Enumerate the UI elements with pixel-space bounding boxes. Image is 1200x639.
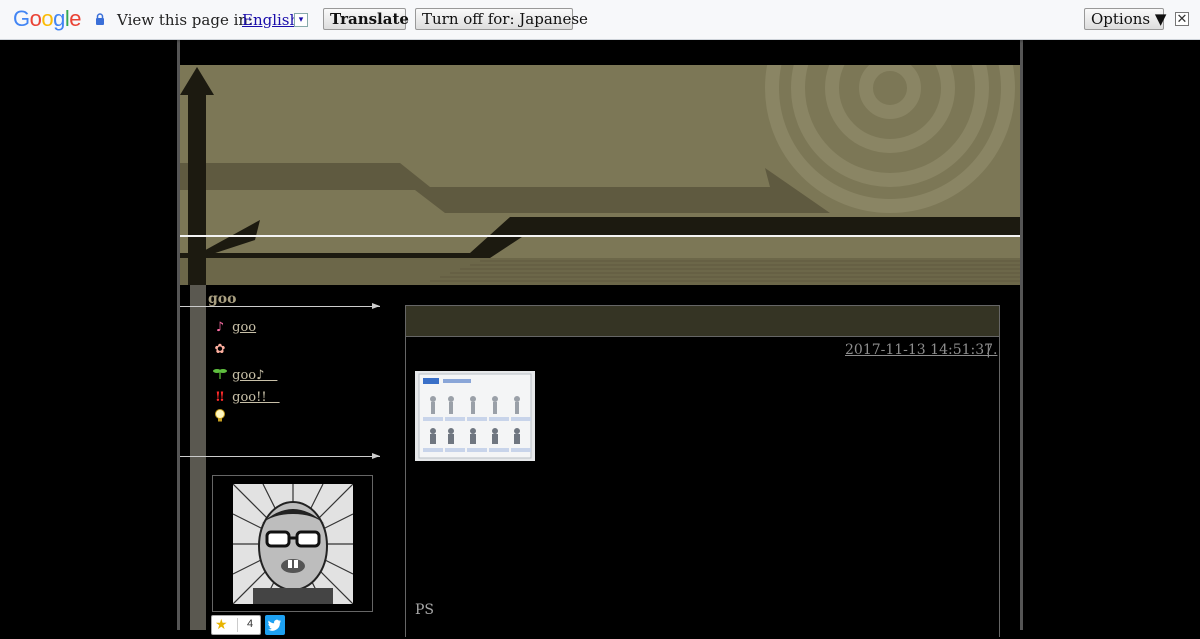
star-icon: ★ (215, 616, 228, 632)
sidebar-item-goo[interactable]: ♪ goo (212, 320, 256, 340)
logo-letter: o (41, 6, 54, 31)
sidebar-item-flower[interactable]: ✿ (212, 342, 228, 362)
post-meta-link[interactable]: . (993, 342, 997, 358)
sidebar-title: goo (208, 291, 237, 307)
language-select-link[interactable]: English (242, 11, 299, 29)
twitter-bird-icon (268, 619, 281, 631)
blog-header-banner (180, 65, 1020, 285)
star-button[interactable]: ★ 4 (211, 615, 261, 635)
logo-letter: e (69, 6, 82, 31)
translate-button[interactable]: Translate (323, 8, 409, 30)
double-exclamation-icon: ‼ (215, 390, 225, 405)
divider-arrow-icon (372, 453, 380, 459)
sidebar-item-label[interactable]: goo!! (232, 390, 279, 405)
post-title-bar (405, 305, 1000, 337)
sidebar-item-label[interactable]: goo (232, 320, 256, 335)
turn-off-button[interactable]: Turn off for: Japanese (415, 8, 588, 30)
post-date-link[interactable]: 2017-11-13 14:51:37 (845, 342, 993, 358)
close-icon[interactable]: ✕ (1175, 12, 1189, 26)
language-dropdown[interactable]: ▾ (294, 13, 308, 27)
sidebar-divider (180, 456, 380, 457)
post-meta-separator: | (986, 342, 991, 358)
lightbulb-icon (212, 408, 228, 428)
music-note-icon: ♪ (215, 320, 225, 335)
sidebar-divider (180, 306, 380, 307)
twitter-share-button[interactable] (265, 615, 285, 635)
lock-icon (96, 13, 104, 25)
sprout-icon (212, 367, 228, 383)
google-logo: Google (13, 6, 82, 32)
sidebar-item-sprout[interactable]: goo♪ (212, 364, 277, 384)
sidebar-item-exclaim[interactable]: ‼ goo!! (212, 386, 280, 406)
flower-icon: ✿ (214, 342, 226, 357)
profile-avatar[interactable] (233, 484, 353, 604)
translate-bar: Google View this page in: English ▾ Tran… (0, 0, 1200, 40)
view-page-label: View this page in: (117, 11, 254, 29)
logo-letter: g (53, 6, 65, 31)
left-rail (190, 285, 206, 630)
options-button[interactable]: Options ▼ (1084, 8, 1166, 30)
sidebar-item-idea[interactable] (212, 408, 228, 428)
post-text-ps: PS (415, 602, 435, 618)
star-count: 4 (247, 618, 254, 630)
divider-arrow-icon (372, 303, 380, 309)
logo-letter: G (13, 6, 30, 31)
sidebar-item-label[interactable]: goo♪ (232, 368, 277, 383)
post-image[interactable] (415, 371, 535, 461)
logo-letter: o (29, 6, 42, 31)
